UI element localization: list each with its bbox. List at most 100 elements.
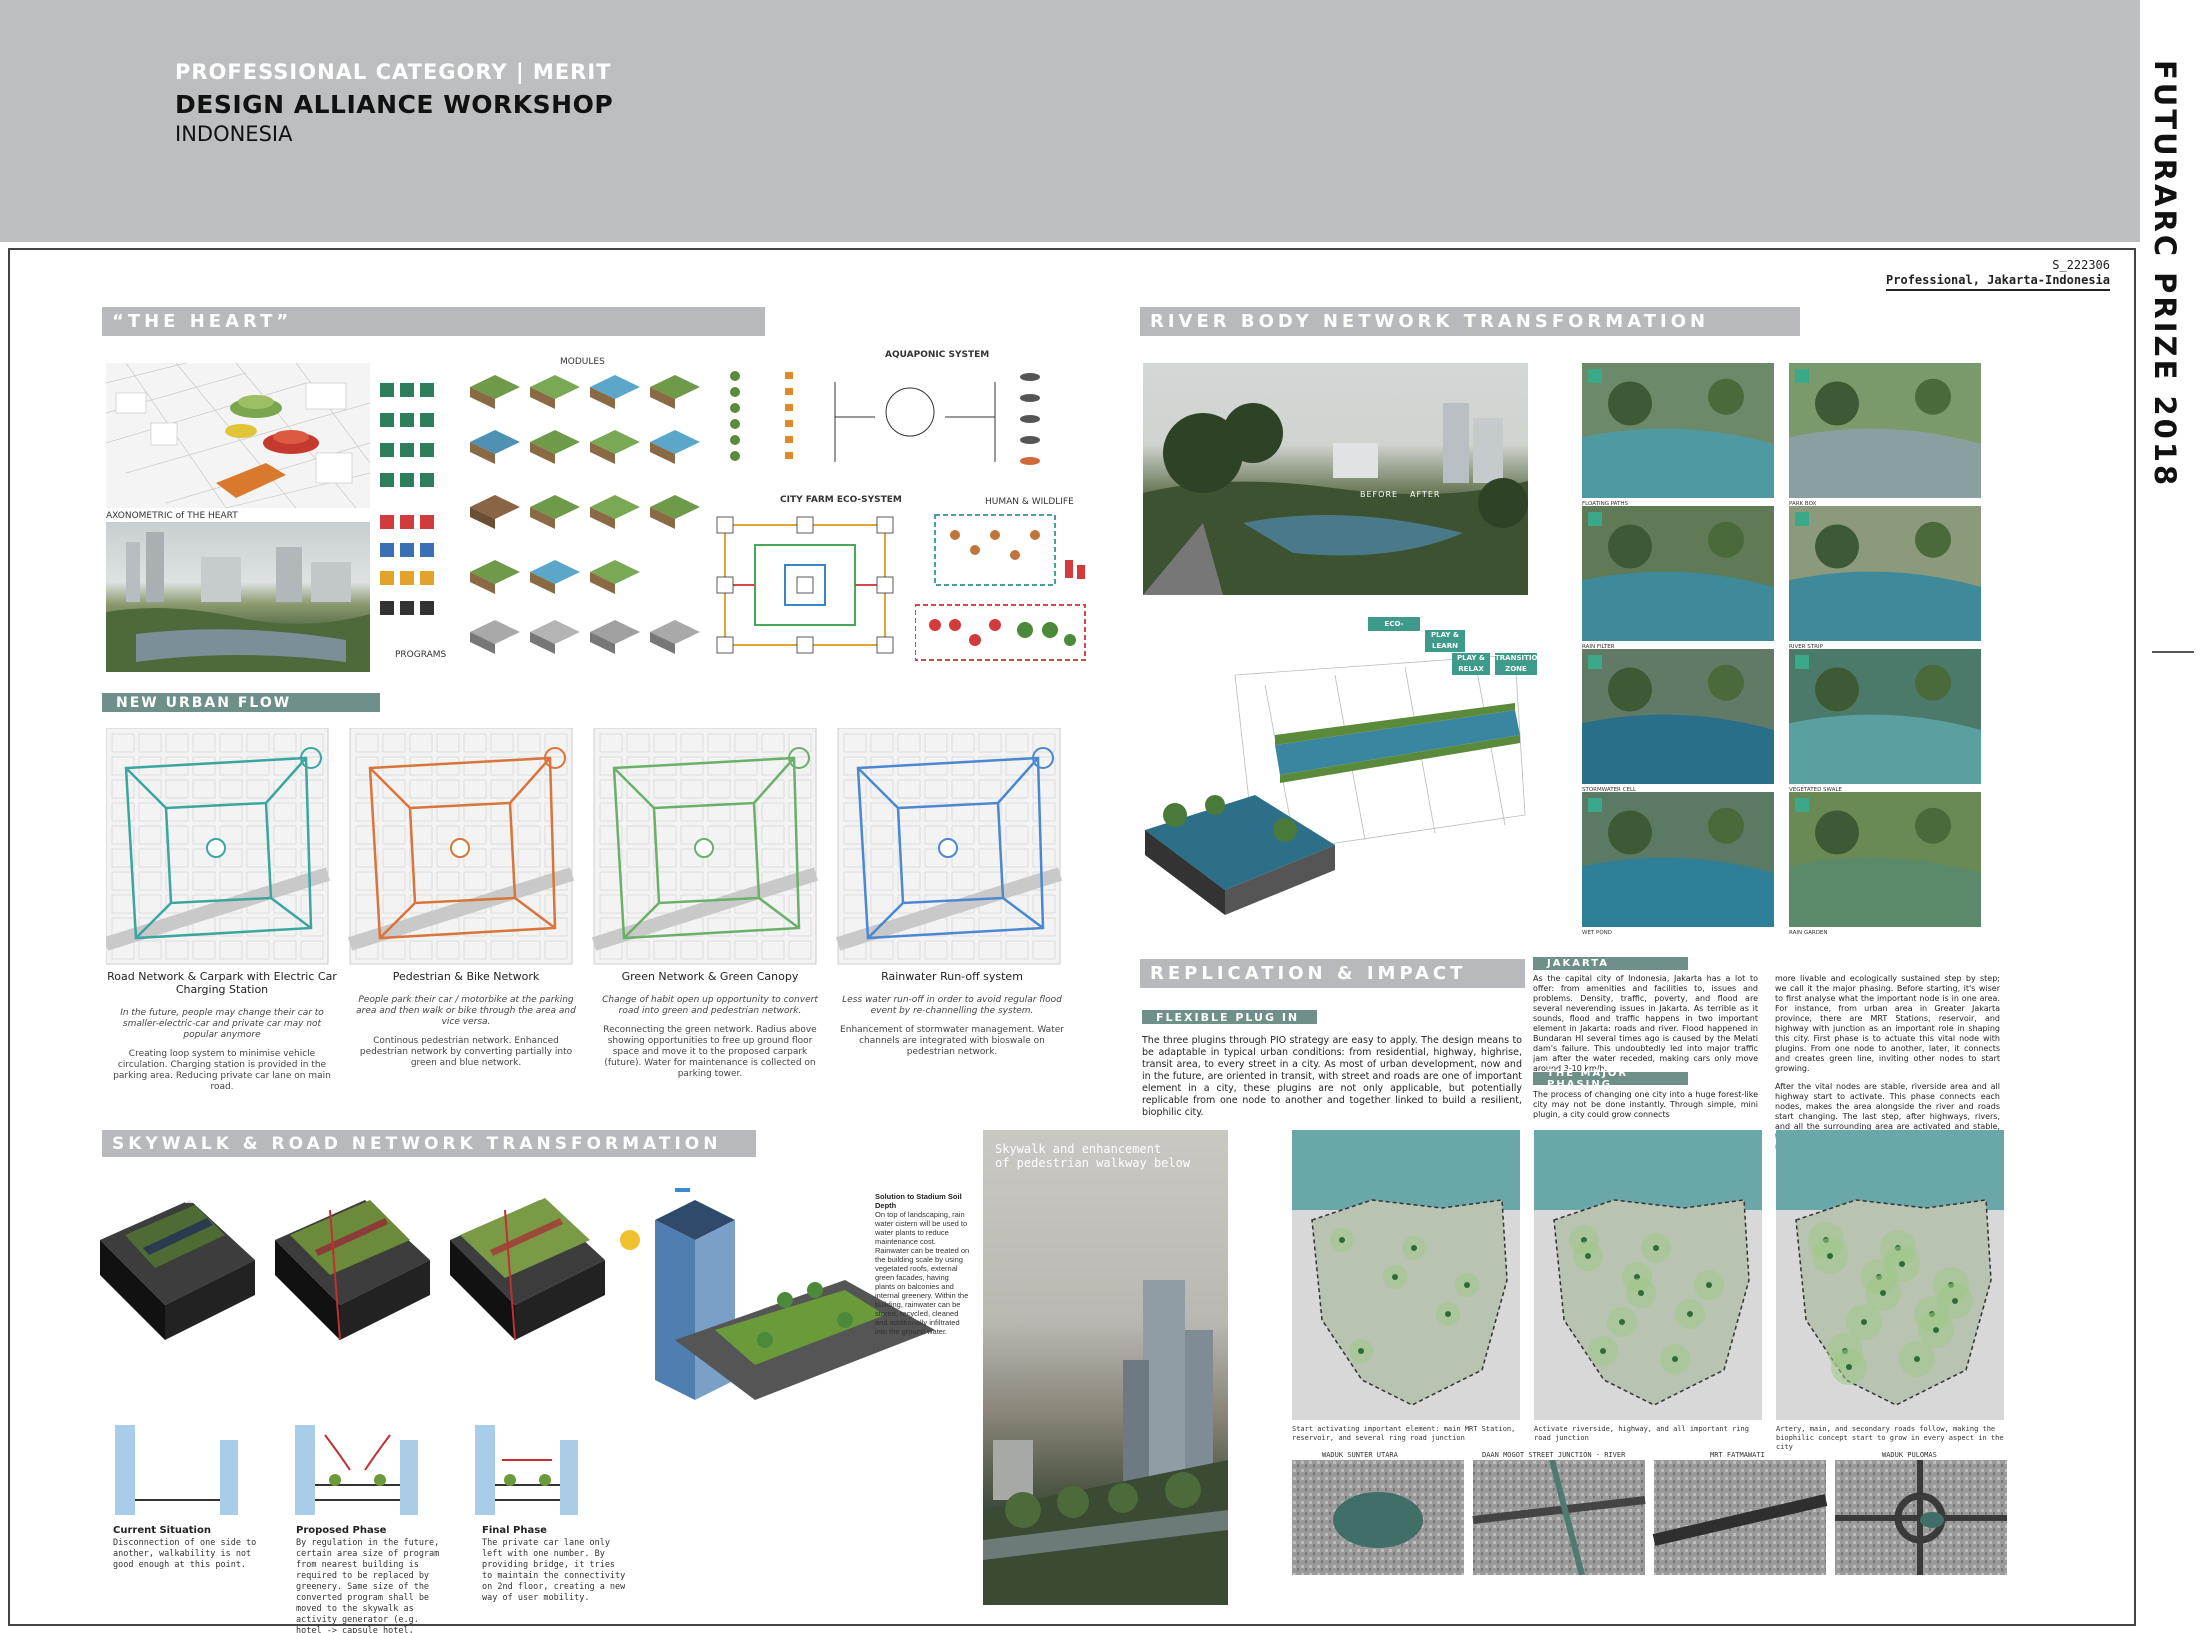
phasing-map-node [1638,1290,1644,1296]
firm-name: DESIGN ALLIANCE WORKSHOP [175,90,614,119]
flow-map-node [206,838,226,858]
side-divider [2152,651,2194,653]
section-title-river: RIVER BODY NETWORK TRANSFORMATION [1140,307,1800,336]
skywalk-render [983,1130,1228,1605]
flow-column-body: Reconnecting the green network. Radius a… [603,1025,817,1079]
callout-play-learn: PLAY & LEARN [1425,630,1465,652]
skywalk-render-caption: Skywalk and enhancement of pedestrian wa… [995,1142,1190,1170]
flow-map-panel [103,727,331,965]
river-photo-caption: WET POND [1582,930,1612,936]
phasing-map-node [1880,1290,1886,1296]
flow-column-pedestrian: Pedestrian & Bike Network People park th… [350,970,582,1069]
modules-label: MODULES [560,357,605,367]
note-title: Solution to Stadium Soil Depth [875,1192,962,1210]
river-photo-badge [1588,655,1602,669]
phasing-map-node [1846,1364,1852,1370]
river-photo-badge [1795,798,1809,812]
flow-column-italic: Less water run-off in order to avoid reg… [842,995,1062,1016]
major-phasing-title: THE MAJOR PHASING [1533,1068,1688,1090]
jakarta-title: JAKARTA [1533,957,1688,970]
river-photo-water [1582,428,1774,498]
phasing-map-node [1358,1348,1364,1354]
category-label: PROFESSIONAL CATEGORY [175,60,508,84]
map-caption-2: Activate riverside, highway, and all imp… [1534,1425,1749,1442]
submission-category: Professional, Jakarta-Indonesia [1886,273,2110,291]
program-icons [378,365,440,655]
phasing-map-node [1861,1319,1867,1325]
section-title-replication: REPLICATION & IMPACT [1140,959,1525,988]
phasing-text-continued: more livable and ecologically sustained … [1775,974,2000,1152]
river-photo-tree [1608,667,1652,712]
phase-text: Disconnection of one side to another, wa… [113,1538,257,1570]
phasing-map [1776,1130,2004,1420]
river-photo: RAIN FILTER [1582,506,1774,650]
river-photo: PARK BOX [1789,363,1981,507]
phasing-map-node [1339,1237,1345,1243]
river-photo-tree [1708,521,1744,558]
aerial-labels: WADUK SUNTER UTARA DAAN MOGOT STREET JUN… [1292,1450,2012,1460]
phasing-map-node [1899,1261,1905,1267]
phasing-map-node [1619,1319,1625,1325]
river-photo-tree [1815,810,1859,855]
river-photo-water [1582,857,1774,927]
after-label: AFTER [1410,490,1441,499]
flow-column-body: Continous pedestrian network. Enhanced p… [359,1036,573,1068]
phase-title: Proposed Phase [296,1525,387,1536]
urban-flow-maps-svg [103,727,1063,965]
before-label: BEFORE [1360,490,1399,499]
river-photo-badge [1588,369,1602,383]
heart-render-svg [106,532,370,672]
flow-map-panel [835,727,1063,965]
phasing-map-node [1706,1282,1712,1288]
phasing-map-node [1914,1356,1920,1362]
flow-column-title: Rainwater Run-off system [881,970,1023,983]
side-title: FUTURARC PRIZE 2018 [2148,60,2182,489]
flow-column-title: Green Network & Green Canopy [621,970,799,983]
skywalk-sections-svg [115,1425,578,1515]
map-caption-3: Artery, main, and secondary roads follow… [1776,1425,2004,1451]
wildlife-svg [914,514,1086,661]
section-title-heart: “THE HEART” [102,307,765,336]
phasing-map-sea [1534,1130,1762,1210]
river-photo-badge [1795,512,1809,526]
flow-map-panel [347,727,575,965]
submission-info: S_222306 Professional, Jakarta-Indonesia [1886,258,2110,291]
river-photo-tree [1815,381,1859,426]
urban-flow-text: Road Network & Carpark with Electric Car… [106,970,1066,1110]
river-photo-badge [1795,369,1809,383]
cityfarm-diagram [705,505,905,665]
submission-id: S_222306 [2052,258,2110,272]
skywalk-axo-svg [100,1185,935,1400]
heart-render [106,522,370,672]
river-photo-grid-svg: FLOATING PATHS PARK BOXRAIN FILTER RIVER S… [1582,363,1981,936]
section-title-urban-flow: NEW URBAN FLOW [102,693,380,712]
river-photo-water [1789,571,1981,641]
phase-current: Current Situation Disconnection of one s… [113,1525,258,1571]
phase-text: By regulation in the future, certain are… [296,1538,440,1633]
river-photo-water [1789,428,1981,498]
flow-map-node [450,838,470,858]
phasing-maps [1292,1130,2012,1420]
river-photo-badge [1795,655,1809,669]
river-photo-tree [1608,524,1652,569]
flow-map-node [938,838,958,858]
river-photo-tree [1915,807,1951,844]
major-phasing-text: The process of changing one city into a … [1533,1090,1758,1119]
phasing-maps-svg [1292,1130,2004,1420]
river-photo-grid: FLOATING PATHS PARK BOX RAIN FILTER RIVER S… [1582,363,1997,943]
render-caption-line1: Skywalk and enhancement [995,1142,1162,1156]
phase-final: Final Phase The private car lane only le… [482,1525,627,1604]
aerial-photos-svg [1292,1459,2007,1576]
modules-svg [470,375,700,654]
river-before-after-render [1143,363,1528,595]
flow-column-green: Green Network & Green Canopy Change of h… [594,970,826,1080]
river-photo-caption: RAIN GARDEN [1789,930,1828,936]
river-photo-water [1582,714,1774,784]
jakarta-text: As the capital city of Indonesia, Jakart… [1533,974,1758,1073]
river-photo-tree [1915,521,1951,558]
river-render-svg [1143,403,1528,595]
phasing-map-node [1600,1348,1606,1354]
callout-play-relax: PLAY & RELAX [1452,653,1490,675]
phase-proposed: Proposed Phase By regulation in the futu… [296,1525,446,1633]
river-photo: WET POND [1582,792,1774,936]
